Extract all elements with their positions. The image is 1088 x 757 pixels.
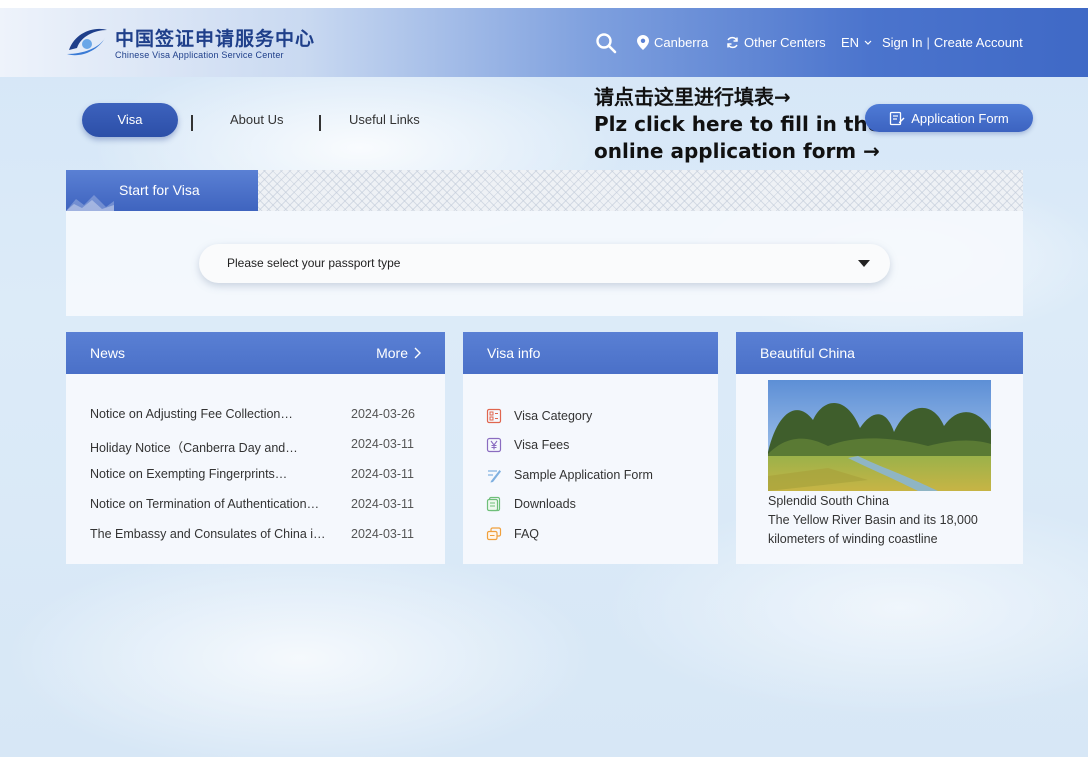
create-account-link[interactable]: Create Account: [934, 35, 1023, 50]
hint-line-english-2: online application form →: [594, 139, 880, 163]
download-document-icon: [486, 496, 501, 512]
news-item-date: 2024-03-11: [351, 497, 415, 511]
hint-line-chinese: 请点击这里进行填表→: [594, 85, 791, 109]
visa-info-item-sample-form[interactable]: Sample Application Form: [486, 467, 653, 483]
location-selector[interactable]: Canberra: [637, 35, 708, 50]
visa-info-item-fees[interactable]: Visa Fees: [486, 437, 569, 453]
mountain-icon: [66, 195, 114, 211]
document-list-icon: [486, 408, 502, 424]
form-edit-icon: [890, 111, 905, 126]
visa-info-item-label: Sample Application Form: [514, 468, 653, 482]
account-separator: |: [926, 35, 930, 50]
location-label: Canberra: [654, 35, 709, 50]
news-title: News: [90, 345, 126, 361]
visa-info-card: Visa info Visa Category Visa Fees Sample…: [463, 332, 718, 564]
pen-sample-icon: [488, 470, 501, 483]
news-item[interactable]: Notice on Termination of Authentication……: [90, 497, 422, 515]
photo-caption-title: Splendid South China: [768, 494, 889, 508]
application-form-hint: 请点击这里进行填表→ Plz click here to fill in the…: [594, 84, 881, 165]
news-item-title: Notice on Exempting Fingerprints…: [90, 467, 288, 481]
news-item-date: 2024-03-11: [351, 437, 415, 451]
news-item-date: 2024-03-11: [351, 527, 415, 541]
news-item-title: The Embassy and Consulates of China i…: [90, 527, 326, 541]
tab-visa[interactable]: Visa: [82, 103, 178, 137]
visa-info-item-label: Visa Fees: [514, 438, 570, 452]
start-for-visa-title: Start for Visa: [119, 182, 200, 198]
landscape-photo[interactable]: [768, 380, 991, 491]
chevron-down-icon: [864, 40, 872, 45]
passport-type-placeholder: Please select your passport type: [227, 256, 401, 270]
news-item[interactable]: The Embassy and Consulates of China i… 2…: [90, 527, 422, 545]
news-item-date: 2024-03-26: [351, 407, 415, 421]
site-logo[interactable]: 中国签证申请服务中心 Chinese Visa Application Serv…: [65, 24, 314, 64]
passport-type-select[interactable]: Please select your passport type: [199, 244, 890, 283]
search-icon[interactable]: [595, 32, 617, 54]
news-item[interactable]: Notice on Adjusting Fee Collection… 2024…: [90, 407, 422, 425]
language-label: EN: [841, 35, 860, 50]
application-form-label: Application Form: [911, 110, 1009, 126]
news-item-title: Holiday Notice（Canberra Day and…: [90, 441, 298, 455]
visa-info-item-label: FAQ: [514, 527, 540, 541]
visa-info-item-label: Downloads: [514, 497, 576, 511]
news-more-link[interactable]: More: [376, 332, 421, 374]
more-label: More: [376, 345, 408, 361]
logo-swoosh-icon: [67, 28, 107, 56]
chevron-right-icon: [414, 347, 421, 359]
hint-line-english-1: Plz click here to fill in the: [594, 112, 882, 136]
logo-chinese-text: 中国签证申请服务中心: [115, 28, 316, 50]
beautiful-china-title: Beautiful China: [760, 345, 855, 361]
tab-divider: [191, 115, 193, 131]
karst-landscape-image: [768, 380, 991, 491]
logo-english-text: Chinese Visa Application Service Center: [115, 50, 284, 60]
news-item-title: Notice on Termination of Authentication…: [90, 497, 320, 511]
other-centers-label: Other Centers: [744, 35, 826, 50]
visa-info-item-downloads[interactable]: Downloads: [486, 496, 576, 512]
news-card-header: News More: [66, 332, 445, 374]
faq-chat-icon: [486, 527, 502, 541]
start-for-visa-tab: Start for Visa: [66, 170, 258, 211]
page-background: 中国签证申请服务中心 Chinese Visa Application Serv…: [0, 8, 1088, 757]
refresh-icon: [727, 36, 738, 49]
beautiful-china-card: Beautiful China Splendid South China The…: [736, 332, 1023, 564]
account-links: Sign In | Create Account: [882, 35, 1023, 50]
news-item[interactable]: Notice on Exempting Fingerprints… 2024-0…: [90, 467, 422, 485]
other-centers-link[interactable]: Other Centers: [726, 35, 826, 50]
tab-about-us[interactable]: About Us: [230, 112, 283, 127]
news-item[interactable]: Holiday Notice（Canberra Day and… 2024-03…: [90, 437, 422, 455]
tab-useful-links[interactable]: Useful Links: [349, 112, 420, 127]
tab-divider: [319, 115, 321, 131]
site-header: 中国签证申请服务中心 Chinese Visa Application Serv…: [0, 8, 1088, 77]
sign-in-link[interactable]: Sign In: [882, 35, 922, 50]
photo-caption-text: The Yellow River Basin and its 18,000 ki…: [768, 513, 978, 546]
visa-info-item-category[interactable]: Visa Category: [486, 408, 592, 424]
visa-info-item-faq[interactable]: FAQ: [486, 526, 539, 542]
map-pin-icon: [637, 35, 649, 50]
application-form-button[interactable]: Application Form: [865, 104, 1033, 132]
news-item-title: Notice on Adjusting Fee Collection…: [90, 407, 293, 421]
news-item-date: 2024-03-11: [351, 467, 415, 481]
news-card: News More Notice on Adjusting Fee Collec…: [66, 332, 445, 564]
visa-info-item-label: Visa Category: [514, 409, 593, 423]
yen-fee-icon: [486, 437, 502, 453]
visa-info-card-header: Visa info: [463, 332, 718, 374]
caret-down-icon: [858, 260, 870, 267]
visa-info-title: Visa info: [487, 345, 541, 361]
beautiful-china-card-header: Beautiful China: [736, 332, 1023, 374]
language-selector[interactable]: EN: [841, 35, 872, 50]
